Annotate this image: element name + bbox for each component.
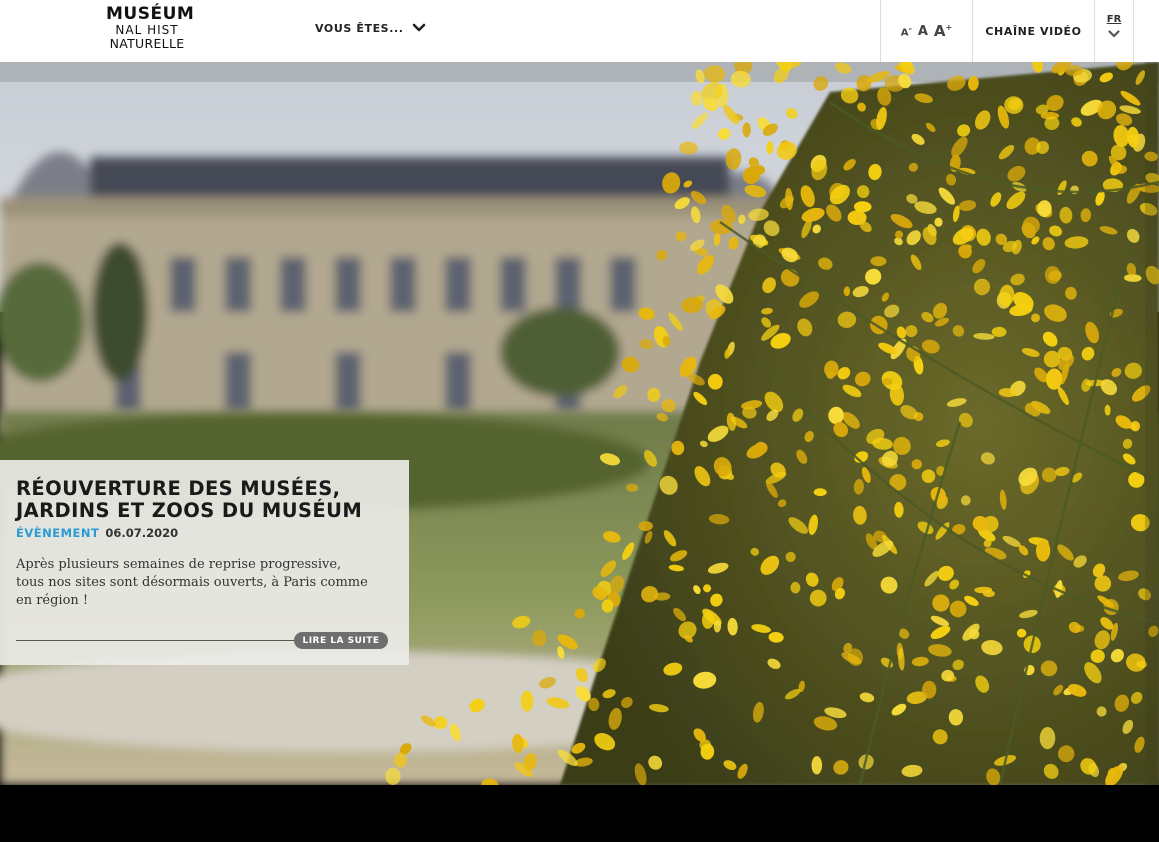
chevron-down-icon xyxy=(412,23,425,32)
page-bottom xyxy=(0,785,1159,842)
hero-image xyxy=(0,62,1159,785)
article-category[interactable]: ÉVÈNEMENT xyxy=(16,526,99,540)
logo-line-3: NATURELLE xyxy=(109,36,185,51)
language-code: FR xyxy=(1106,14,1122,25)
audience-menu-label: VOUS ÊTES... xyxy=(315,21,404,35)
chevron-down-icon xyxy=(1108,30,1120,38)
read-more-label: LIRE LA SUITE xyxy=(302,635,380,646)
logo-line-1: MUSÉUM xyxy=(106,4,195,24)
read-more-row: LIRE LA SUITE xyxy=(16,632,388,649)
font-decrease-button[interactable]: A- xyxy=(901,24,912,38)
page: MUSÉUM NAL HIST NATURELLE VOUS ÊTES... A… xyxy=(0,0,1159,842)
museum-logo[interactable]: MUSÉUM NAL HIST NATURELLE xyxy=(106,4,195,55)
font-size-controls: A- A A+ xyxy=(880,0,972,62)
font-reset-button[interactable]: A xyxy=(918,24,928,39)
read-more-button[interactable]: LIRE LA SUITE xyxy=(294,632,388,649)
article-excerpt: Après plusieurs semaines de reprise prog… xyxy=(16,557,368,608)
language-selector[interactable]: FR xyxy=(1094,0,1134,62)
font-increase-button[interactable]: A+ xyxy=(934,22,952,40)
article-meta: ÉVÈNEMENT 06.07.2020 xyxy=(16,526,393,540)
audience-menu-toggle[interactable]: VOUS ÊTES... xyxy=(315,20,426,36)
site-header: MUSÉUM NAL HIST NATURELLE VOUS ÊTES... A… xyxy=(0,0,1159,62)
hero-photo-museum-flowers xyxy=(0,62,1159,785)
font-increase-letter: A xyxy=(933,22,946,40)
article-title[interactable]: RÉOUVERTURE DES MUSÉES, JARDINS ET ZOOS … xyxy=(16,478,376,522)
font-decrease-sign: - xyxy=(908,23,912,33)
font-increase-sign: + xyxy=(945,23,953,32)
font-decrease-letter: A xyxy=(900,27,909,39)
video-channel-link[interactable]: CHAÎNE VIDÉO xyxy=(972,0,1094,62)
article-date: 06.07.2020 xyxy=(105,526,179,540)
featured-article-card: RÉOUVERTURE DES MUSÉES, JARDINS ET ZOOS … xyxy=(0,460,409,665)
video-channel-label: CHAÎNE VIDÉO xyxy=(985,24,1082,38)
logo-line-2: NAL HIST xyxy=(115,23,179,37)
